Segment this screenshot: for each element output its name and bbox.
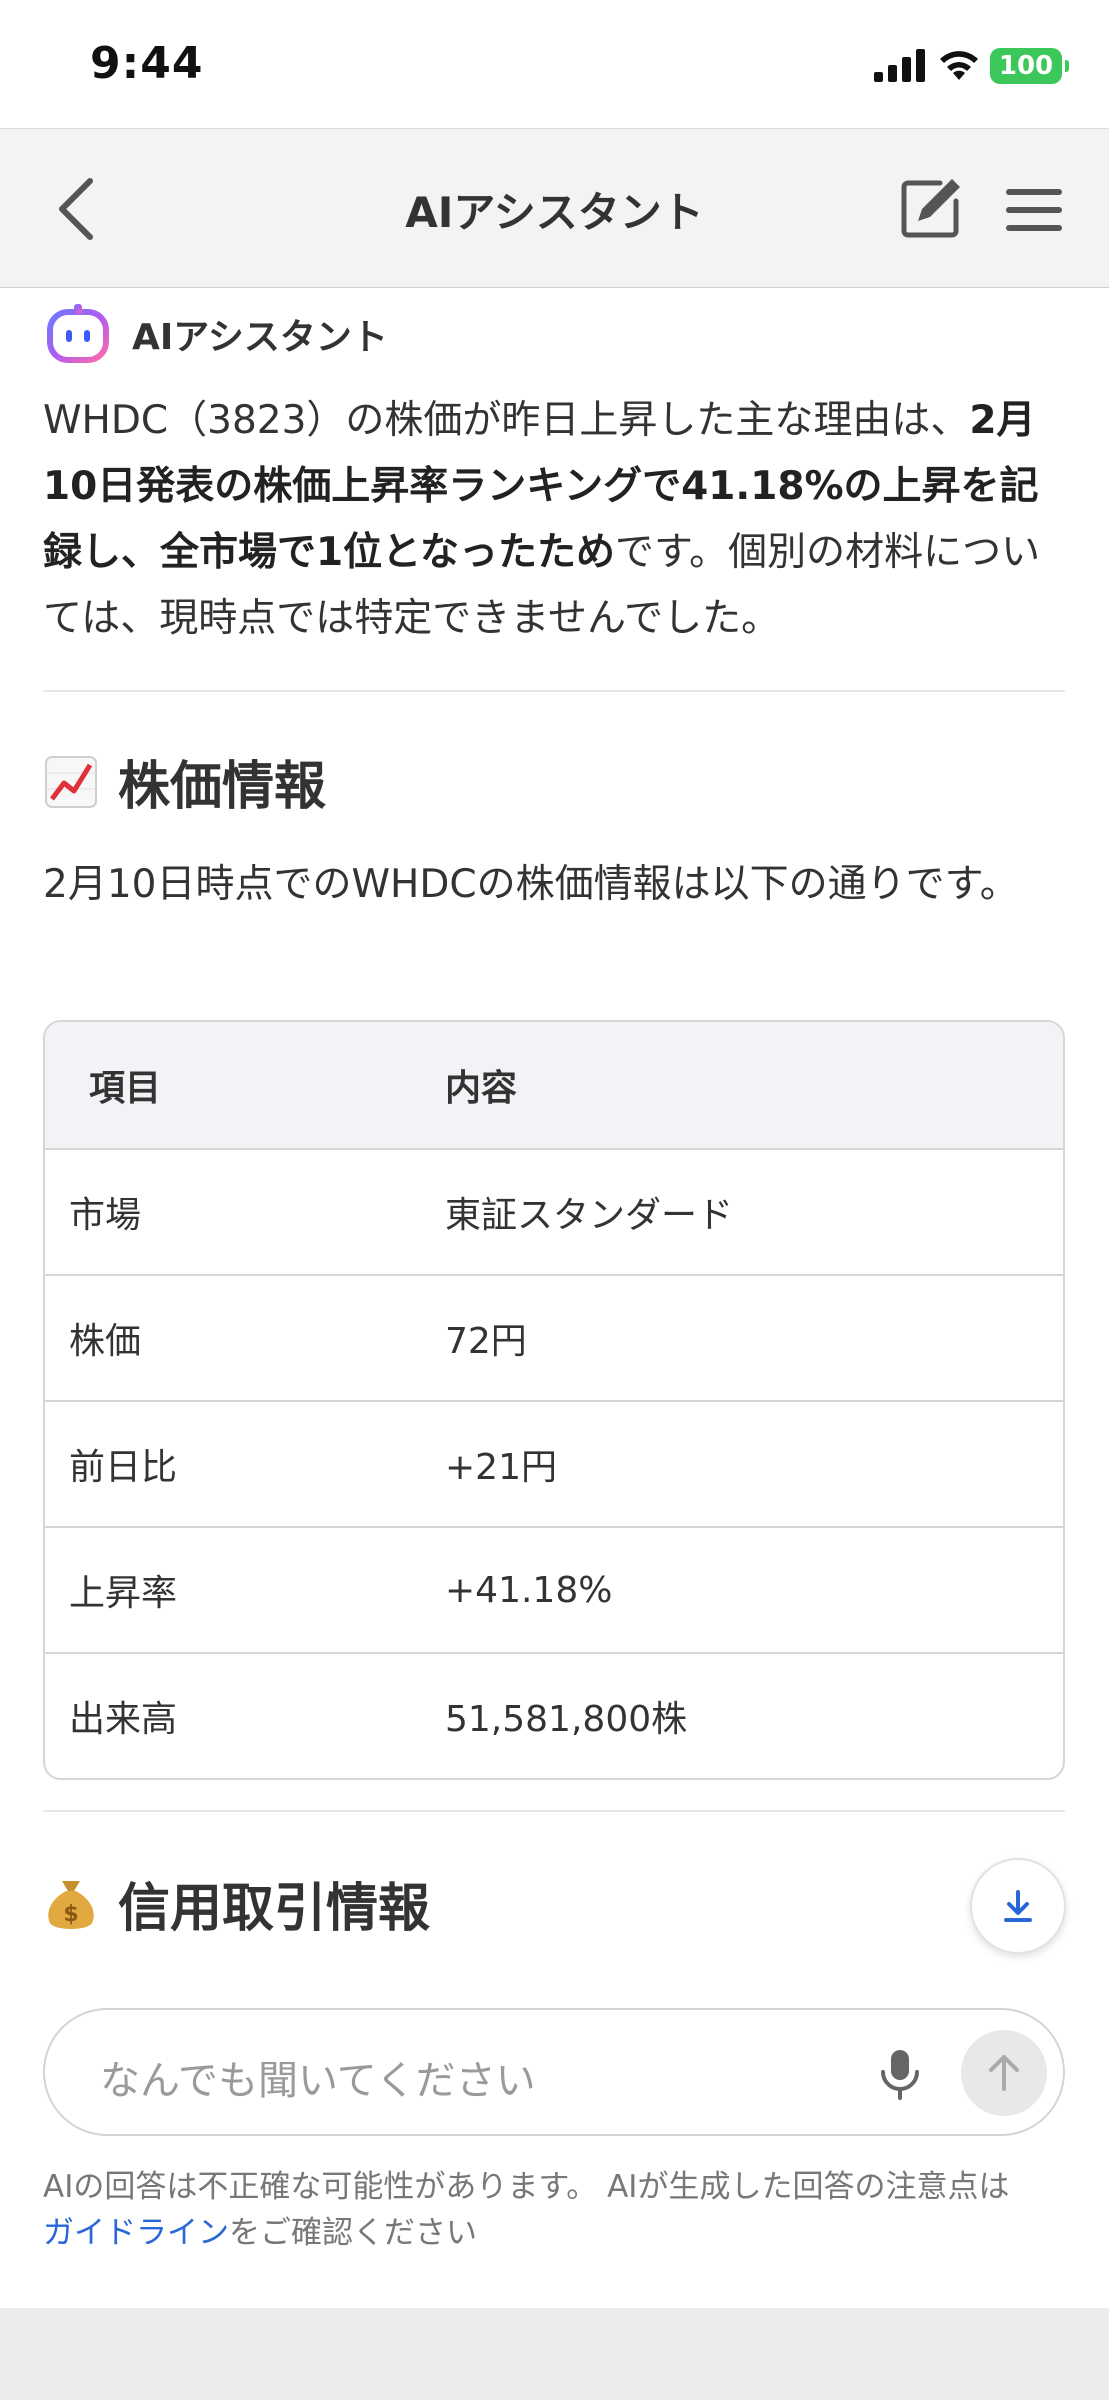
hamburger-menu-icon[interactable] xyxy=(1004,185,1064,235)
credit-section-heading: $ 信用取引情報 xyxy=(44,1866,430,1941)
table-cell: 株価 xyxy=(69,1321,142,1362)
divider xyxy=(43,1810,1065,1812)
assistant-name: AIアシスタント xyxy=(132,317,388,358)
table-row: 市場 東証スタンダード xyxy=(45,1148,1063,1274)
bottom-strip xyxy=(0,2308,1109,2400)
stock-section-heading: 株価情報 xyxy=(44,744,326,819)
money-bag-icon: $ xyxy=(48,1880,94,1929)
table-row: 上昇率 +41.18% xyxy=(45,1526,1063,1652)
table-cell: +41.18% xyxy=(445,1569,613,1611)
input-placeholder: なんでも聞いてください xyxy=(100,2058,536,2104)
stock-lead-text: 2月10日時点でのWHDCの株価情報は以下の通りです。 xyxy=(43,862,1019,907)
table-header-cell: 項目 xyxy=(89,1068,162,1109)
table-cell: 市場 xyxy=(69,1195,142,1236)
divider xyxy=(43,690,1065,692)
disclaimer-text: AIの回答は不正確な可能性があります。 AIが生成した回答の注意点は xyxy=(43,2169,1010,2205)
send-button[interactable] xyxy=(961,2030,1047,2116)
table-cell: 東証スタンダード xyxy=(445,1195,734,1236)
stock-table: 項目 内容 市場 東証スタンダード 株価 72円 前日比 +21円 上昇率 +4… xyxy=(43,1020,1065,1780)
table-cell: 前日比 xyxy=(69,1447,178,1488)
status-time: 9:44 xyxy=(90,38,204,89)
answer-text: WHDC（3823）の株価が昨日上昇した主な理由は、2月10日発表の株価上昇率ラ… xyxy=(43,388,1073,652)
arrow-up-icon xyxy=(989,2055,1019,2091)
edit-icon[interactable] xyxy=(896,173,966,243)
table-cell: 上昇率 xyxy=(69,1573,178,1614)
section-title: 株価情報 xyxy=(118,757,327,817)
chart-increasing-icon xyxy=(45,755,97,808)
table-cell: 72円 xyxy=(445,1321,527,1362)
battery-indicator: 100 xyxy=(990,48,1069,84)
wifi-icon xyxy=(940,51,978,80)
table-cell: +21円 xyxy=(445,1447,557,1488)
disclaimer-suffix: をご確認ください xyxy=(229,2215,477,2251)
svg-text:$: $ xyxy=(63,1902,78,1927)
table-cell: 出来高 xyxy=(69,1699,178,1740)
table-header-row: 項目 内容 xyxy=(45,1022,1063,1148)
table-row: 出来高 51,581,800株 xyxy=(45,1652,1063,1778)
microphone-icon[interactable] xyxy=(875,2046,925,2102)
table-cell: 51,581,800株 xyxy=(445,1699,688,1740)
download-button[interactable] xyxy=(970,1858,1066,1954)
section-title: 信用取引情報 xyxy=(118,1879,431,1939)
chat-input[interactable]: なんでも聞いてください xyxy=(43,2008,1065,2136)
guideline-link[interactable]: ガイドライン xyxy=(43,2215,229,2251)
assistant-header: AIアシスタント xyxy=(46,302,388,366)
bot-icon xyxy=(47,304,109,363)
table-row: 株価 72円 xyxy=(45,1274,1063,1400)
nav-bar: AIアシスタント xyxy=(0,128,1109,288)
cellular-signal-icon xyxy=(874,49,925,82)
disclaimer: AIの回答は不正確な可能性があります。 AIが生成した回答の注意点は ガイドライン… xyxy=(43,2164,1073,2256)
status-bar: 9:44 100 xyxy=(0,0,1109,128)
table-header-cell: 内容 xyxy=(445,1068,518,1109)
table-row: 前日比 +21円 xyxy=(45,1400,1063,1526)
answer-part1: WHDC（3823）の株価が昨日上昇した主な理由は、 xyxy=(43,398,970,443)
download-icon xyxy=(1004,1890,1032,1922)
